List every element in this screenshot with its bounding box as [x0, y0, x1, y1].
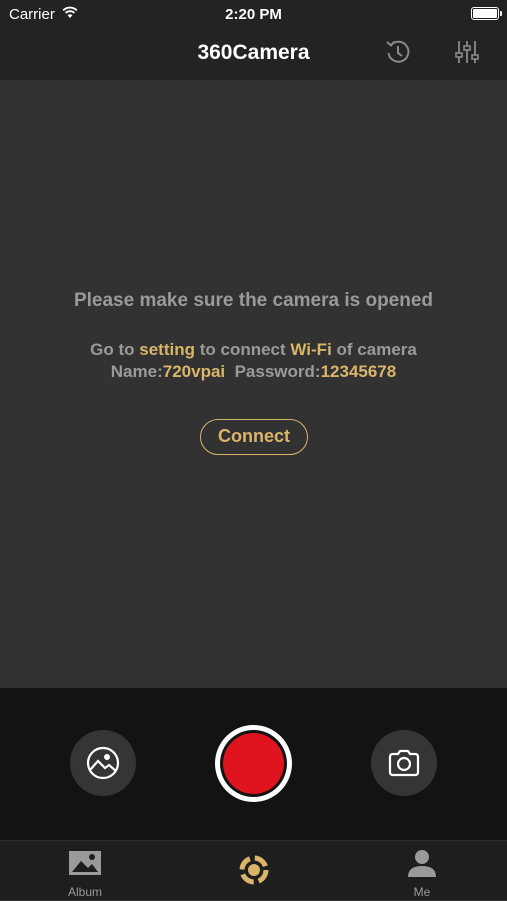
tab-album[interactable]: Album — [55, 841, 115, 901]
connect-button[interactable]: Connect — [200, 419, 308, 455]
record-button[interactable] — [215, 725, 292, 802]
setting-link[interactable]: setting — [139, 340, 195, 359]
take-photo-button[interactable] — [371, 730, 437, 796]
camera-icon — [388, 749, 420, 777]
record-ring — [220, 730, 287, 797]
tab-camera[interactable] — [224, 841, 284, 901]
battery-tip — [500, 11, 502, 16]
album-icon — [69, 851, 101, 875]
password-value: 12345678 — [320, 362, 397, 381]
credentials-line: Name:720vpai Password:12345678 — [0, 362, 507, 382]
camera-preview-area: Please make sure the camera is opened Go… — [0, 80, 507, 688]
password-label: Password: — [234, 362, 321, 381]
clock: 2:20 PM — [225, 6, 282, 23]
person-icon — [408, 850, 436, 877]
instruction-middle: to connect — [195, 340, 291, 359]
wifi-instruction: Go to setting to connect Wi-Fi of camera — [0, 340, 507, 360]
sliders-icon[interactable] — [451, 36, 483, 68]
page-title: 360Camera — [197, 41, 310, 64]
status-message: Please make sure the camera is opened — [73, 290, 434, 311]
tab-album-label: Album — [67, 885, 102, 899]
battery-icon — [471, 7, 499, 20]
wifi-label: Wi-Fi — [290, 340, 332, 359]
history-icon[interactable] — [382, 36, 414, 68]
name-value: 720vpai — [162, 362, 226, 381]
album-button[interactable] — [70, 730, 136, 796]
image-icon — [86, 746, 120, 780]
instruction-suffix: of camera — [331, 340, 417, 359]
360-camera-logo-icon — [239, 855, 269, 885]
tab-me-label: Me — [413, 885, 431, 899]
tab-bar: Album Me — [0, 840, 507, 900]
instruction-prefix: Go to — [90, 340, 140, 359]
status-bar: Carrier 2:20 PM — [0, 0, 507, 28]
name-label: Name: — [110, 362, 163, 381]
record-icon — [223, 733, 284, 794]
capture-controls — [0, 688, 507, 840]
tab-me[interactable]: Me — [392, 841, 452, 901]
nav-bar: 360Camera — [0, 28, 507, 80]
